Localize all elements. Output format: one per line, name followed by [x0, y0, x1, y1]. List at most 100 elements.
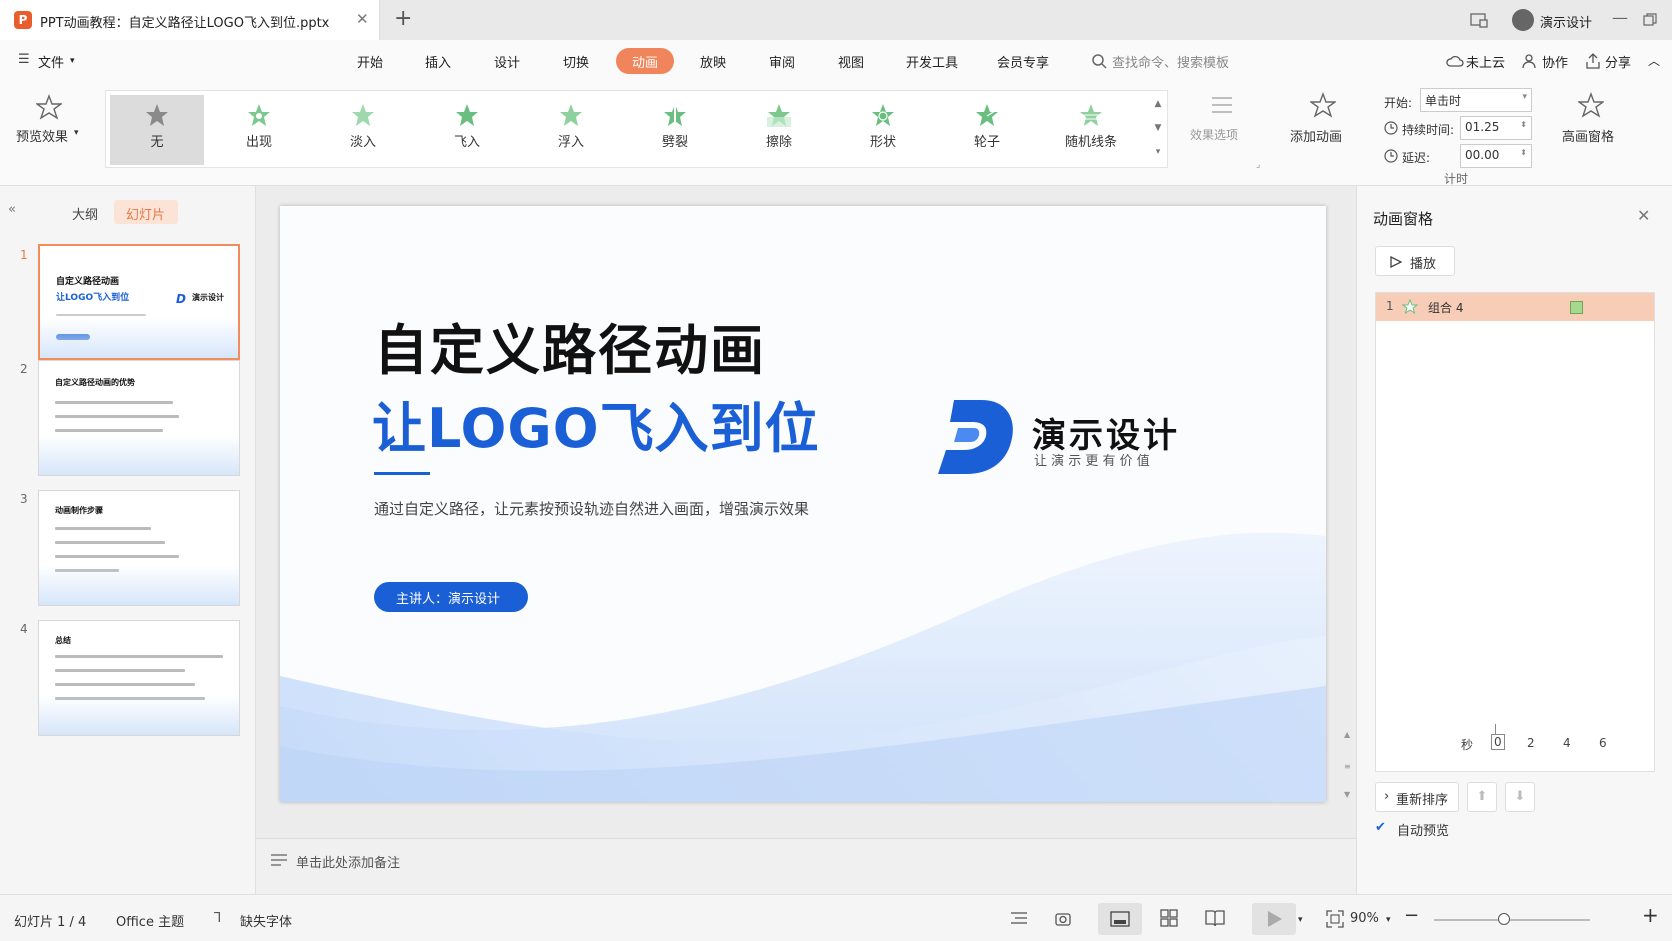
collapse-ribbon-icon[interactable]: ︿ — [1648, 52, 1660, 69]
gallery-scroll[interactable]: ▲ ▼ ▾ — [1150, 92, 1166, 166]
timeline-tick: 6 — [1599, 736, 1607, 750]
effect-shape[interactable]: 形状 — [836, 95, 930, 165]
collapse-pane-icon[interactable]: « — [8, 202, 16, 217]
effect-wheel[interactable]: 轮子 — [940, 95, 1034, 165]
slide-sorter-icon[interactable] — [1160, 909, 1178, 927]
slide-thumbnail-2[interactable]: 自定义路径动画的优势 — [38, 360, 240, 476]
theme-name[interactable]: Office 主题 — [116, 911, 184, 930]
user-name[interactable]: 演示设计 — [1540, 12, 1592, 31]
effect-float-in[interactable]: 浮入 — [524, 95, 618, 165]
slide-thumbnail-3[interactable]: 动画制作步骤 — [38, 490, 240, 606]
slide-description[interactable]: 通过自定义路径，让元素按预设轨迹自然进入画面，增强演示效果 — [374, 498, 809, 519]
tab-slideshow[interactable]: 放映 — [700, 52, 726, 71]
tab-developer[interactable]: 开发工具 — [906, 52, 958, 71]
chevron-down-icon[interactable]: ▾ — [1298, 915, 1303, 925]
play-label: 播放 — [1410, 257, 1437, 272]
menu-bar: ☰ 文件 ▾ 开始 插入 设计 切换 动画 放映 审阅 视图 开发工具 会员专享… — [0, 40, 1672, 84]
zoom-slider-track[interactable] — [1434, 919, 1590, 921]
preview-effect-button[interactable]: 预览效果 — [16, 126, 68, 145]
duration-input[interactable]: 01.25 ⬍ — [1460, 116, 1532, 140]
missing-font-button[interactable]: 缺失字体 — [240, 911, 292, 930]
chevron-down-icon[interactable]: ▾ — [1386, 915, 1391, 925]
tab-insert[interactable]: 插入 — [425, 52, 451, 71]
user-avatar[interactable] — [1512, 9, 1534, 31]
tab-view[interactable]: 视图 — [838, 52, 864, 71]
effect-wipe[interactable]: 擦除 — [732, 95, 826, 165]
tab-home[interactable]: 开始 — [357, 52, 383, 71]
scroll-grip-icon[interactable]: ≡ — [1344, 762, 1351, 771]
tab-member[interactable]: 会员专享 — [997, 52, 1049, 71]
effect-options-button[interactable]: 效果选项 — [1190, 126, 1238, 143]
add-animation-button[interactable]: 添加动画 — [1290, 126, 1342, 145]
file-menu[interactable]: 文件 — [38, 52, 64, 71]
fit-window-icon[interactable] — [1326, 910, 1344, 928]
document-tab[interactable]: P PPT动画教程：自定义路径让LOGO飞入到位.pptx ✕ — [0, 0, 380, 40]
tab-animation[interactable]: 动画 — [632, 52, 658, 71]
animation-pane-icon[interactable] — [1578, 92, 1604, 118]
effect-split[interactable]: 劈裂 — [628, 95, 722, 165]
animation-pane-title: 动画窗格 — [1373, 210, 1434, 228]
effect-none[interactable]: 无 — [110, 95, 204, 165]
notes-pane[interactable]: 单击此处添加备注 — [256, 838, 1356, 894]
slideshow-play-icon[interactable] — [1264, 910, 1284, 928]
add-animation-icon[interactable] — [1310, 92, 1336, 118]
dialog-launcher-icon[interactable]: ⌟ — [1256, 160, 1260, 170]
minimize-icon[interactable]: — — [1612, 8, 1628, 27]
tab-outline[interactable]: 大纲 — [72, 204, 98, 223]
cloud-status[interactable]: 未上云 — [1466, 52, 1505, 71]
normal-view-icon[interactable] — [1110, 911, 1130, 927]
slide-subtitle[interactable]: 让LOGO飞入到位 — [372, 384, 820, 463]
close-tab-icon[interactable]: ✕ — [356, 10, 369, 28]
screenshot-icon[interactable] — [1053, 909, 1073, 929]
close-pane-icon[interactable]: ✕ — [1637, 206, 1650, 225]
tab-review[interactable]: 审阅 — [769, 52, 795, 71]
chevron-down-icon[interactable]: ▾ — [70, 56, 75, 66]
play-icon — [1390, 256, 1402, 268]
tab-design[interactable]: 设计 — [494, 52, 520, 71]
timing-bar[interactable] — [1570, 301, 1583, 314]
effect-fade[interactable]: 淡入 — [316, 95, 410, 165]
checkmark-icon[interactable]: ✔ — [1375, 820, 1386, 835]
effect-fly-in[interactable]: 飞入 — [420, 95, 514, 165]
brand-logo-icon[interactable] — [936, 394, 1016, 478]
collab-button[interactable]: 协作 — [1542, 52, 1568, 71]
search-input[interactable]: 查找命令、搜索模板 — [1112, 52, 1229, 71]
auto-preview-checkbox[interactable]: 自动预览 — [1397, 820, 1449, 839]
zoom-slider-thumb[interactable] — [1498, 913, 1511, 925]
tab-slides[interactable]: 幻灯片 — [126, 204, 165, 223]
move-down-icon[interactable]: ⬇ — [1505, 782, 1535, 812]
preview-star-icon[interactable] — [36, 94, 62, 120]
chevron-down-icon[interactable]: ▾ — [74, 128, 79, 138]
delay-input[interactable]: 00.00 ⬍ — [1460, 144, 1532, 168]
slide-thumbnail-4[interactable]: 总结 — [38, 620, 240, 736]
effect-random-bars[interactable]: 随机线条 — [1044, 95, 1138, 165]
start-select[interactable]: 单击时 ▾ — [1420, 88, 1532, 112]
scroll-up-icon[interactable]: ▲ — [1344, 730, 1350, 739]
duration-value: 01.25 — [1465, 120, 1500, 134]
tab-transition[interactable]: 切换 — [563, 52, 589, 71]
brand-tagline[interactable]: 让 演 示 更 有 价 值 — [1034, 450, 1150, 469]
restore-icon[interactable] — [1643, 13, 1657, 27]
notes-toggle-icon[interactable] — [1010, 911, 1028, 927]
zoom-out-icon[interactable]: − — [1404, 905, 1419, 926]
animation-pane-button[interactable]: 高画窗格 — [1562, 126, 1614, 145]
slide-title[interactable]: 自定义路径动画 — [374, 306, 766, 385]
effect-appear[interactable]: 出现 — [212, 95, 306, 165]
notes-placeholder[interactable]: 单击此处添加备注 — [296, 852, 400, 871]
slide-thumbnail-1[interactable]: 自定义路径动画 让LOGO飞入到位 D 演示设计 — [38, 244, 240, 360]
move-up-icon[interactable]: ⬆ — [1467, 782, 1497, 812]
canvas-scrollbar[interactable]: ▲ ≡ ▼ — [1344, 206, 1352, 802]
animation-item[interactable]: 1 组合 4 — [1376, 293, 1654, 321]
reorder-button[interactable]: › 重新排序 — [1375, 782, 1459, 812]
zoom-level[interactable]: 90% — [1350, 911, 1379, 926]
window-mode-icon[interactable] — [1470, 12, 1488, 28]
play-button[interactable]: 播放 — [1375, 246, 1455, 276]
new-tab-icon[interactable]: + — [394, 6, 412, 31]
hamburger-icon[interactable]: ☰ — [18, 52, 30, 67]
slide-canvas[interactable]: 自定义路径动画 让LOGO飞入到位 通过自定义路径，让元素按预设轨迹自然进入画面… — [280, 206, 1326, 802]
reading-view-icon[interactable] — [1205, 909, 1225, 927]
zoom-in-icon[interactable]: + — [1642, 903, 1659, 927]
share-button[interactable]: 分享 — [1605, 52, 1631, 71]
scroll-down-icon[interactable]: ▼ — [1344, 790, 1350, 799]
clock-icon — [1384, 149, 1398, 163]
